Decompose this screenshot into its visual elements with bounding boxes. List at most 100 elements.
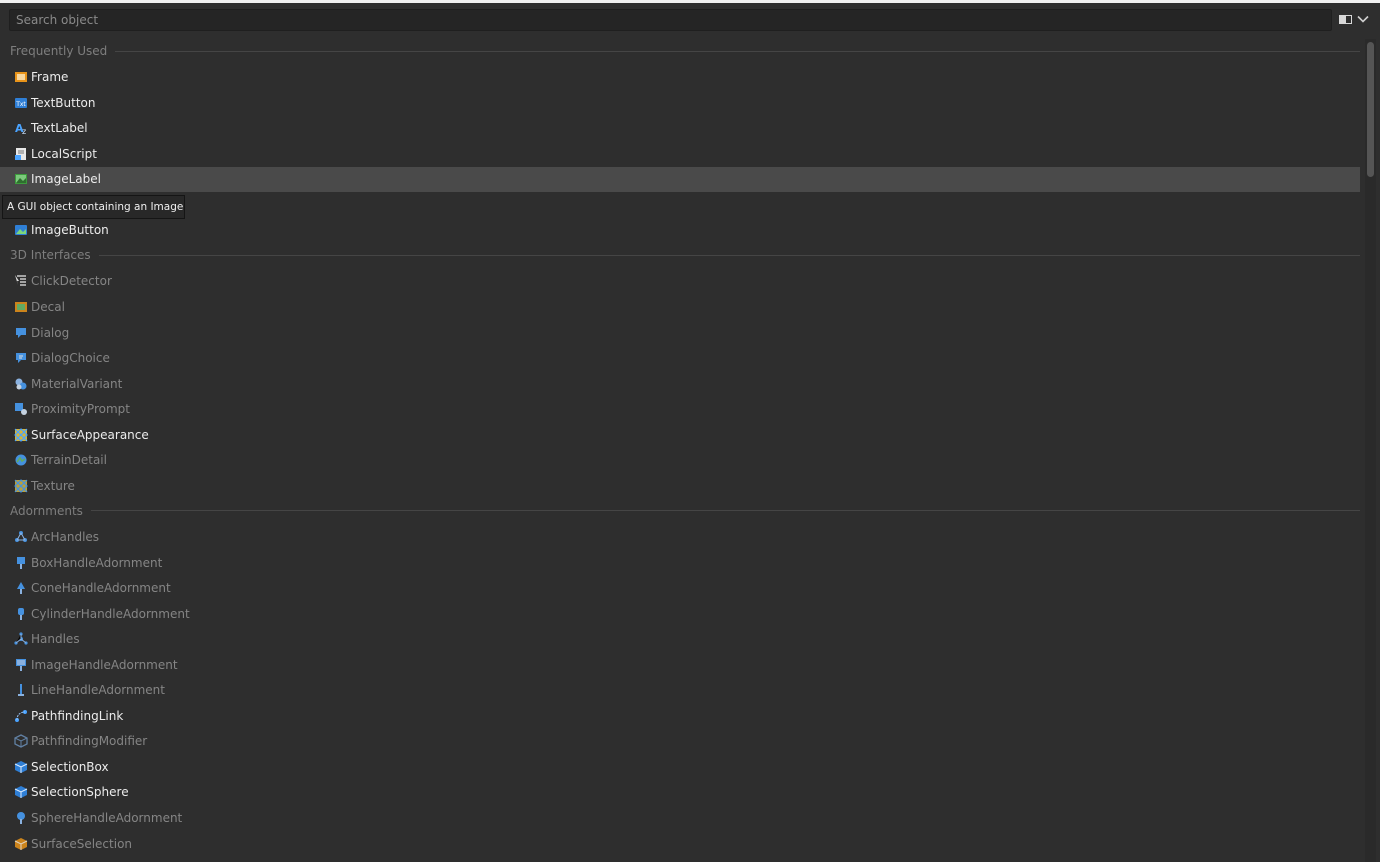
section-header-frequently-used: Frequently Used: [10, 39, 1360, 63]
list-item-pathfinding-link[interactable]: PathfindingLink: [0, 703, 1360, 728]
list-item-material-variant[interactable]: MaterialVariant: [0, 371, 1360, 396]
search-box[interactable]: [9, 9, 1332, 31]
tooltip: A GUI object containing an Image: [2, 195, 185, 219]
selection-sphere-icon: [14, 786, 28, 799]
scrollbar-thumb[interactable]: [1367, 42, 1374, 177]
list-item-label: PathfindingLink: [31, 708, 124, 723]
image-handle-adornment-icon: [16, 658, 26, 671]
frame-icon: [15, 72, 27, 83]
line-handle-adornment-icon: [18, 684, 24, 697]
list-item-box-handle-adornment[interactable]: BoxHandleAdornment: [0, 550, 1360, 575]
list-item-label: SurfaceSelection: [31, 836, 133, 851]
list-item-label: ImageLabel: [31, 172, 101, 187]
list-item-label: TextLabel: [31, 121, 88, 136]
section-header-3d-interfaces: 3D Interfaces: [10, 243, 1360, 267]
section-header-adornments: Adornments: [10, 499, 1360, 523]
list-item-dialog-choice[interactable]: DialogChoice: [0, 346, 1360, 371]
list-item-image-label[interactable]: ImageLabel: [0, 166, 1360, 192]
click-detector-icon: [15, 275, 26, 287]
dialog-icon: [16, 327, 26, 338]
list-item-label: SelectionSphere: [31, 785, 129, 800]
list-item-label: ImageButton: [31, 223, 109, 238]
terrain-detail-icon: [15, 454, 27, 466]
texture-icon: [14, 478, 28, 493]
handles-icon: [14, 632, 28, 645]
list-item-surface-selection[interactable]: SurfaceSelection: [0, 831, 1360, 856]
surface-selection-icon: [14, 837, 28, 850]
list-item-image-handle-adornment[interactable]: ImageHandleAdornment: [0, 652, 1360, 677]
list-item-click-detector[interactable]: ClickDetector: [0, 269, 1360, 294]
section-title: Adornments: [10, 503, 83, 518]
view-toggle-fill: [1340, 16, 1346, 23]
list-item-label: ImageHandleAdornment: [31, 657, 178, 672]
list-item-label: DialogChoice: [31, 351, 110, 366]
local-script-icon: [15, 147, 26, 160]
list-item-label: SphereHandleAdornment: [31, 811, 183, 825]
object-list: Frequently Used Frame Txt TextButton Az TextL…: [0, 39, 1362, 862]
list-item-local-script[interactable]: LocalScript: [0, 141, 1360, 166]
list-item-label: SurfaceAppearance: [31, 427, 149, 442]
list-item-selection-sphere[interactable]: SelectionSphere: [0, 780, 1360, 805]
list-item-frame[interactable]: Frame: [0, 65, 1360, 90]
section-divider: [90, 510, 1360, 512]
text-label-icon: Az: [15, 122, 26, 135]
list-item-label: LineHandleAdornment: [31, 683, 165, 698]
material-variant-icon: [15, 378, 27, 390]
list-item-label: CylinderHandleAdornment: [31, 606, 190, 621]
list-item-label: ConeHandleAdornment: [31, 581, 171, 596]
list-item-image-button[interactable]: ImageButton: [0, 218, 1360, 243]
list-item-cone-handle-adornment[interactable]: ConeHandleAdornment: [0, 576, 1360, 601]
list-item-label: Frame: [31, 70, 69, 85]
list-item-label: Decal: [31, 300, 65, 314]
list-item-label: ProximityPrompt: [31, 402, 130, 417]
search-input[interactable]: [10, 10, 1331, 30]
list-item-arc-handles[interactable]: ArcHandles: [0, 524, 1360, 549]
svg-text:Txt: Txt: [15, 101, 26, 108]
list-item-line-handle-adornment[interactable]: LineHandleAdornment: [0, 678, 1360, 703]
proximity-prompt-icon: [15, 403, 27, 416]
list-item-text-button[interactable]: Txt TextButton: [0, 90, 1360, 115]
list-item-label: TerrainDetail: [31, 453, 107, 468]
text-button-icon: Txt: [15, 97, 27, 108]
list-item-label: MaterialVariant: [31, 376, 123, 391]
chevron-down-icon[interactable]: [1356, 12, 1370, 26]
list-item-label: TextButton: [31, 95, 96, 110]
list-item-label: BoxHandleAdornment: [31, 555, 163, 570]
list-item-label: Texture: [31, 478, 75, 493]
list-item-decal[interactable]: Decal: [0, 295, 1360, 320]
box-handle-adornment-icon: [17, 556, 25, 569]
view-toggle-icon[interactable]: [1339, 15, 1352, 24]
pathfinding-link-icon: [15, 709, 27, 722]
list-item-selection-box[interactable]: SelectionBox: [0, 754, 1360, 779]
surface-appearance-icon: [14, 427, 28, 442]
list-item-sphere-handle-adornment[interactable]: SphereHandleAdornment: [0, 806, 1360, 831]
section-title: Frequently Used: [10, 44, 108, 58]
list-item-label: LocalScript: [31, 146, 97, 161]
selection-box-icon: [14, 760, 28, 773]
scrollbar[interactable]: [1365, 39, 1376, 862]
cylinder-handle-adornment-icon: [18, 607, 24, 620]
list-item-label: Dialog: [31, 325, 70, 340]
decal-icon: [15, 302, 27, 312]
list-item-handles[interactable]: Handles: [0, 627, 1360, 652]
list-item-pathfinding-modifier[interactable]: PathfindingModifier: [0, 729, 1360, 754]
list-item-screen-gui[interactable]: ScreenGui: [0, 192, 1360, 217]
arc-handles-icon: [15, 530, 27, 542]
section-divider: [98, 254, 1360, 256]
list-item-proximity-prompt[interactable]: ProximityPrompt: [0, 397, 1360, 422]
list-item-label: PathfindingModifier: [31, 734, 148, 749]
list-item-terrain-detail[interactable]: TerrainDetail: [0, 448, 1360, 473]
list-item-text-label[interactable]: Az TextLabel: [0, 116, 1360, 141]
pathfinding-modifier-icon: [14, 734, 28, 749]
svg-text:z: z: [22, 127, 26, 135]
list-item-surface-appearance[interactable]: SurfaceAppearance: [0, 422, 1360, 447]
cone-handle-adornment-icon: [17, 582, 25, 595]
list-item-dialog[interactable]: Dialog: [0, 320, 1360, 345]
list-item-label: SelectionBox: [31, 759, 109, 774]
image-label-icon: [15, 174, 27, 185]
list-item-cylinder-handle-adornment[interactable]: CylinderHandleAdornment: [0, 601, 1360, 626]
list-item-texture[interactable]: Texture: [0, 473, 1360, 498]
dialog-choice-icon: [16, 353, 26, 364]
list-item-label: ArcHandles: [31, 529, 100, 544]
section-title: 3D Interfaces: [10, 248, 91, 263]
